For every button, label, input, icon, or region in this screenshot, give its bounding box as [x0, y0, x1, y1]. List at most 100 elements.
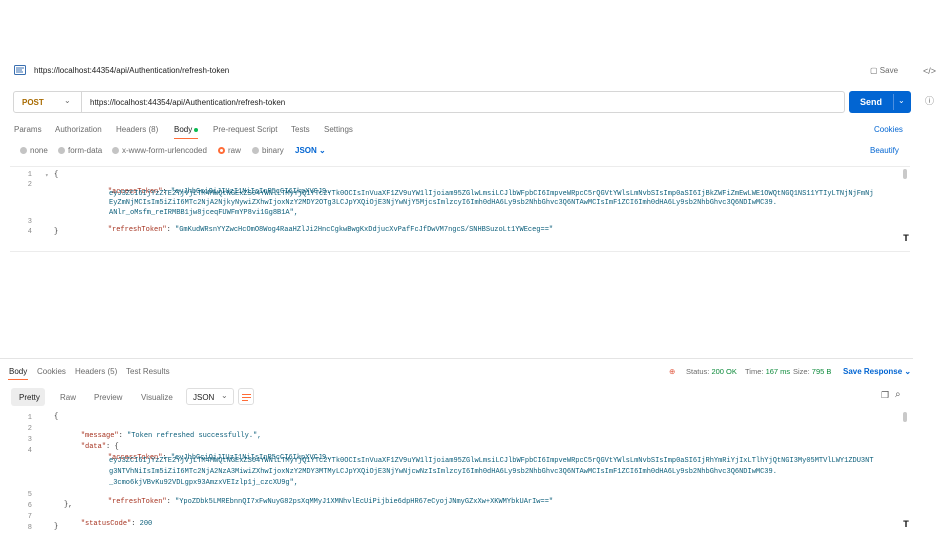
- send-button[interactable]: Send ⌄: [849, 91, 911, 113]
- radio-raw[interactable]: raw: [218, 146, 241, 155]
- view-preview[interactable]: Preview: [94, 388, 122, 406]
- fold-icon[interactable]: ▾: [45, 172, 49, 179]
- request-body-editor[interactable]: 1 2 3 4 ▾ { "accessToken": "eyJhbGciOiJI…: [10, 166, 910, 252]
- status-value: 200 OK: [711, 367, 737, 376]
- copy-icon[interactable]: ❐: [881, 390, 889, 401]
- json-line-refresh-token: "refreshToken": "GmKudWRsnYYZwcHcOmO8Wog…: [107, 226, 554, 234]
- json-key: "statusCode": [80, 520, 132, 528]
- send-divider: [893, 94, 894, 110]
- status-label: Status:: [686, 367, 710, 376]
- line-number: 3: [27, 436, 32, 444]
- json-value: "Token refreshed successfully.",: [127, 432, 262, 440]
- size-info: Size: 795 B: [793, 367, 831, 376]
- tab-params[interactable]: Params: [14, 125, 42, 134]
- save-button[interactable]: ▢ Save: [870, 66, 898, 75]
- line-number: 1: [27, 414, 32, 422]
- json-value: "YpoZDbk5LMREbnnQI7xFwNuyG82psXqMMyJ1XMN…: [175, 498, 554, 506]
- viewer-scrollbar[interactable]: [903, 412, 907, 422]
- chevron-down-icon[interactable]: ⌄: [898, 96, 905, 105]
- view-visualize[interactable]: Visualize: [141, 388, 173, 406]
- editor-scrollbar[interactable]: [903, 169, 907, 179]
- json-value-continuation: g3NTVhNiIsIm5iZiI6MTc2NjA2NzA3MiwiZXhwIj…: [109, 468, 777, 476]
- save-response-button[interactable]: Save Response ⌄: [843, 367, 911, 376]
- body-format-label: JSON: [295, 146, 317, 155]
- time-info: Time: 167 ms: [745, 367, 790, 376]
- json-value: 200: [139, 520, 153, 528]
- line-number: 7: [27, 513, 32, 521]
- size-label: Size:: [793, 367, 810, 376]
- radio-urlencoded[interactable]: x-www-form-urlencoded: [112, 146, 207, 155]
- request-tab-title[interactable]: https://localhost:44354/api/Authenticati…: [34, 66, 229, 75]
- globe-icon: ⊕: [669, 367, 676, 376]
- line-numbers: 1 2 3 4: [10, 171, 32, 237]
- active-tab-indicator: [174, 138, 198, 139]
- body-indicator-dot: [194, 127, 199, 132]
- time-value: 167 ms: [765, 367, 791, 376]
- url-bar: POST ⌄ https://localhost:44354/api/Authe…: [13, 91, 845, 113]
- line-number: 4: [27, 447, 32, 455]
- tab-body[interactable]: Body: [174, 125, 199, 134]
- json-open-brace: {: [54, 413, 59, 421]
- response-format-select[interactable]: JSON ⌄: [186, 388, 234, 405]
- tab-tests[interactable]: Tests: [291, 125, 310, 134]
- resp-tab-headers[interactable]: Headers (5): [75, 367, 117, 376]
- status-info: Status: 200 OK: [686, 367, 737, 376]
- radio-none-label: none: [30, 146, 48, 155]
- beautify-link[interactable]: Beautify: [870, 146, 899, 155]
- view-raw[interactable]: Raw: [60, 388, 76, 406]
- radio-raw-label: raw: [228, 146, 241, 155]
- line-number: 5: [27, 491, 32, 499]
- http-request-icon: [14, 65, 26, 75]
- json-key: "refreshToken": [107, 498, 167, 506]
- json-value-continuation: EyZmNjMCIsIm5iZiI6MTc2NjA2NjkyNywiZXhwIj…: [109, 199, 777, 207]
- radio-none[interactable]: none: [20, 146, 48, 155]
- resp-tab-cookies[interactable]: Cookies: [37, 367, 66, 376]
- radio-icon: [58, 147, 65, 154]
- url-input[interactable]: https://localhost:44354/api/Authenticati…: [90, 98, 285, 107]
- pane-divider[interactable]: [0, 358, 913, 359]
- chevron-down-icon: ⌄: [904, 367, 912, 376]
- chevron-down-icon: ⌄: [221, 391, 228, 400]
- line-numbers: 1 2 3 4 5 6 7 8: [10, 413, 32, 534]
- line-number: 6: [27, 502, 32, 510]
- save-label: Save: [879, 66, 899, 75]
- json-value-continuation: ANlr_oMsfm_reIRMBB1jw8jceqFUWFmYP8vi1Gg8…: [109, 208, 299, 217]
- wrap-lines-button[interactable]: [238, 388, 254, 405]
- radio-form-data[interactable]: form-data: [58, 146, 102, 155]
- size-value: 795 B: [811, 367, 832, 376]
- json-value: "GmKudWRsnYYZwcHcOmO8Wog4RaaHZlJi2HncCgk…: [175, 226, 554, 234]
- line-number: 3: [27, 218, 32, 226]
- line-number: 4: [27, 227, 32, 236]
- wrap-lines-icon-bar: [242, 397, 251, 398]
- json-value-continuation: eyJ3ZCI6IjYzZTE2YjVjLTM4MWQtNGExZS04YWNl…: [109, 189, 874, 198]
- method-label: POST: [22, 98, 44, 107]
- cookies-link[interactable]: Cookies: [874, 125, 903, 134]
- chevron-down-icon: ⌄: [319, 146, 326, 155]
- view-pretty[interactable]: Pretty: [11, 388, 45, 406]
- json-close-brace: }: [54, 227, 59, 236]
- tab-prerequest[interactable]: Pre-request Script: [213, 125, 277, 134]
- radio-binary[interactable]: binary: [252, 146, 284, 155]
- code-snippet-icon[interactable]: </>: [923, 66, 936, 76]
- resp-tab-test-results[interactable]: Test Results: [126, 367, 170, 376]
- info-icon[interactable]: ⓘ: [925, 94, 934, 107]
- send-label: Send: [860, 97, 883, 107]
- tab-headers[interactable]: Headers (8): [116, 125, 158, 134]
- line-number: 8: [27, 524, 32, 532]
- json-close-brace: },: [64, 501, 73, 509]
- json-open-brace: {: [54, 171, 59, 179]
- json-line-status-code: "statusCode": 200: [80, 520, 153, 528]
- radio-selected-icon: [218, 147, 225, 154]
- tab-settings[interactable]: Settings: [324, 125, 353, 134]
- response-body-viewer[interactable]: 1 2 3 4 5 6 7 8 { "message": "Token refr…: [10, 410, 910, 536]
- body-format-select[interactable]: JSON ⌄: [295, 146, 326, 155]
- active-resp-tab-indicator: [8, 379, 28, 380]
- response-format-label: JSON: [193, 393, 215, 402]
- resp-tab-body[interactable]: Body: [9, 367, 27, 376]
- search-icon[interactable]: ⌕: [895, 389, 901, 400]
- tab-authorization[interactable]: Authorization: [55, 125, 102, 134]
- json-value-continuation: eyJ3ZCI6IjYzZTE2YjVjLTM4MWQtNGExZS04YWNl…: [109, 457, 874, 465]
- radio-icon: [252, 147, 259, 154]
- method-select[interactable]: POST ⌄: [14, 92, 82, 112]
- json-close-brace: }: [54, 523, 59, 531]
